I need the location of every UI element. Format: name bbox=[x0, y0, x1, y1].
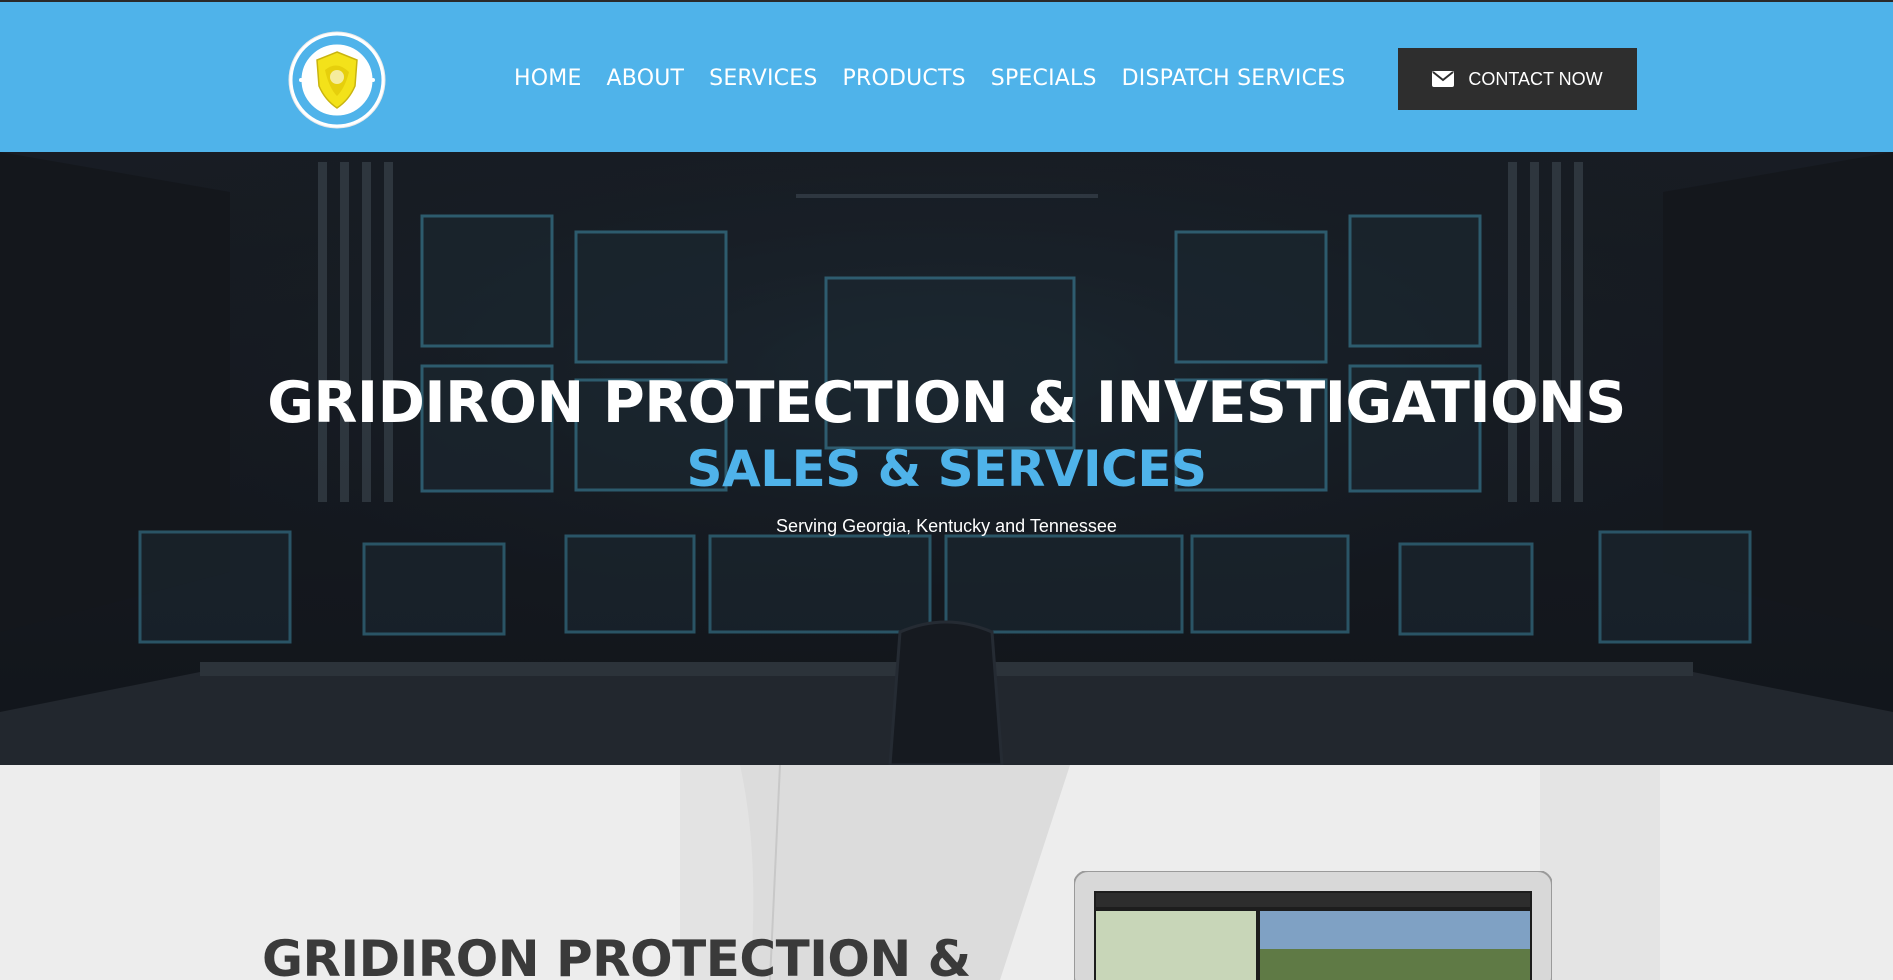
company-logo[interactable] bbox=[287, 30, 387, 130]
hero-subtitle: SALES & SERVICES bbox=[686, 440, 1207, 498]
hero-section: GRIDIRON PROTECTION & INVESTIGATIONS SAL… bbox=[0, 152, 1893, 765]
nav-home[interactable]: HOME bbox=[514, 66, 582, 91]
about-section: GRIDIRON PROTECTION & bbox=[0, 765, 1893, 980]
main-nav: HOME ABOUT SERVICES PRODUCTS SPECIALS DI… bbox=[514, 2, 1345, 154]
contact-now-label: CONTACT NOW bbox=[1468, 68, 1603, 89]
nav-specials[interactable]: SPECIALS bbox=[991, 66, 1097, 91]
section-title: GRIDIRON PROTECTION & bbox=[262, 930, 971, 980]
hero-title: GRIDIRON PROTECTION & INVESTIGATIONS bbox=[267, 370, 1626, 436]
nav-about[interactable]: ABOUT bbox=[607, 66, 685, 91]
nav-products[interactable]: PRODUCTS bbox=[843, 66, 966, 91]
nav-services[interactable]: SERVICES bbox=[709, 66, 817, 91]
envelope-icon bbox=[1432, 71, 1455, 87]
site-header: HOME ABOUT SERVICES PRODUCTS SPECIALS DI… bbox=[0, 0, 1893, 152]
hero-tagline: Serving Georgia, Kentucky and Tennessee bbox=[776, 516, 1117, 536]
laptop-image bbox=[1074, 871, 1552, 980]
contact-now-button[interactable]: CONTACT NOW bbox=[1398, 48, 1637, 110]
nav-dispatch-services[interactable]: DISPATCH SERVICES bbox=[1122, 66, 1346, 91]
